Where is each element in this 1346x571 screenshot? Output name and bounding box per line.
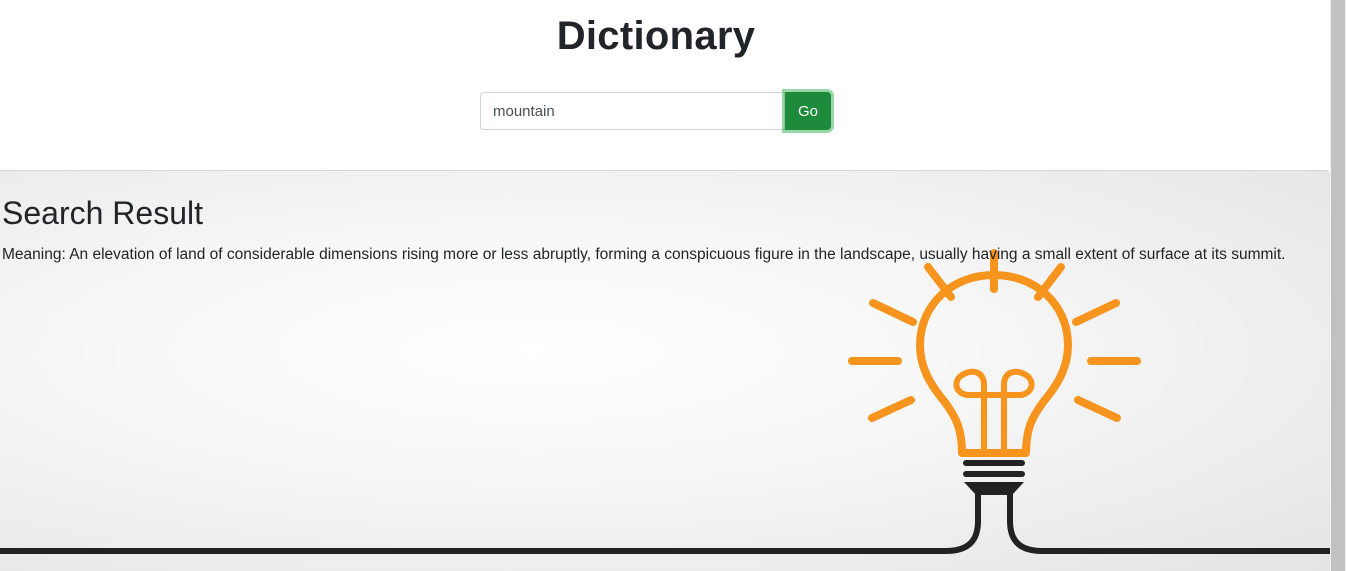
page-title: Dictionary — [556, 14, 756, 58]
result-meaning: Meaning: An elevation of land of conside… — [2, 246, 1286, 263]
search-input[interactable] — [480, 92, 785, 130]
page: Dictionary Go — [0, 0, 1330, 571]
scrollbar-thumb[interactable] — [1331, 0, 1345, 571]
result-heading: Search Result — [2, 195, 203, 231]
go-button[interactable]: Go — [785, 92, 831, 130]
search-bar: Go — [480, 92, 831, 130]
result-panel: Search Result Meaning: An elevation of l… — [0, 170, 1330, 571]
page-scrollbar[interactable] — [1330, 0, 1346, 571]
